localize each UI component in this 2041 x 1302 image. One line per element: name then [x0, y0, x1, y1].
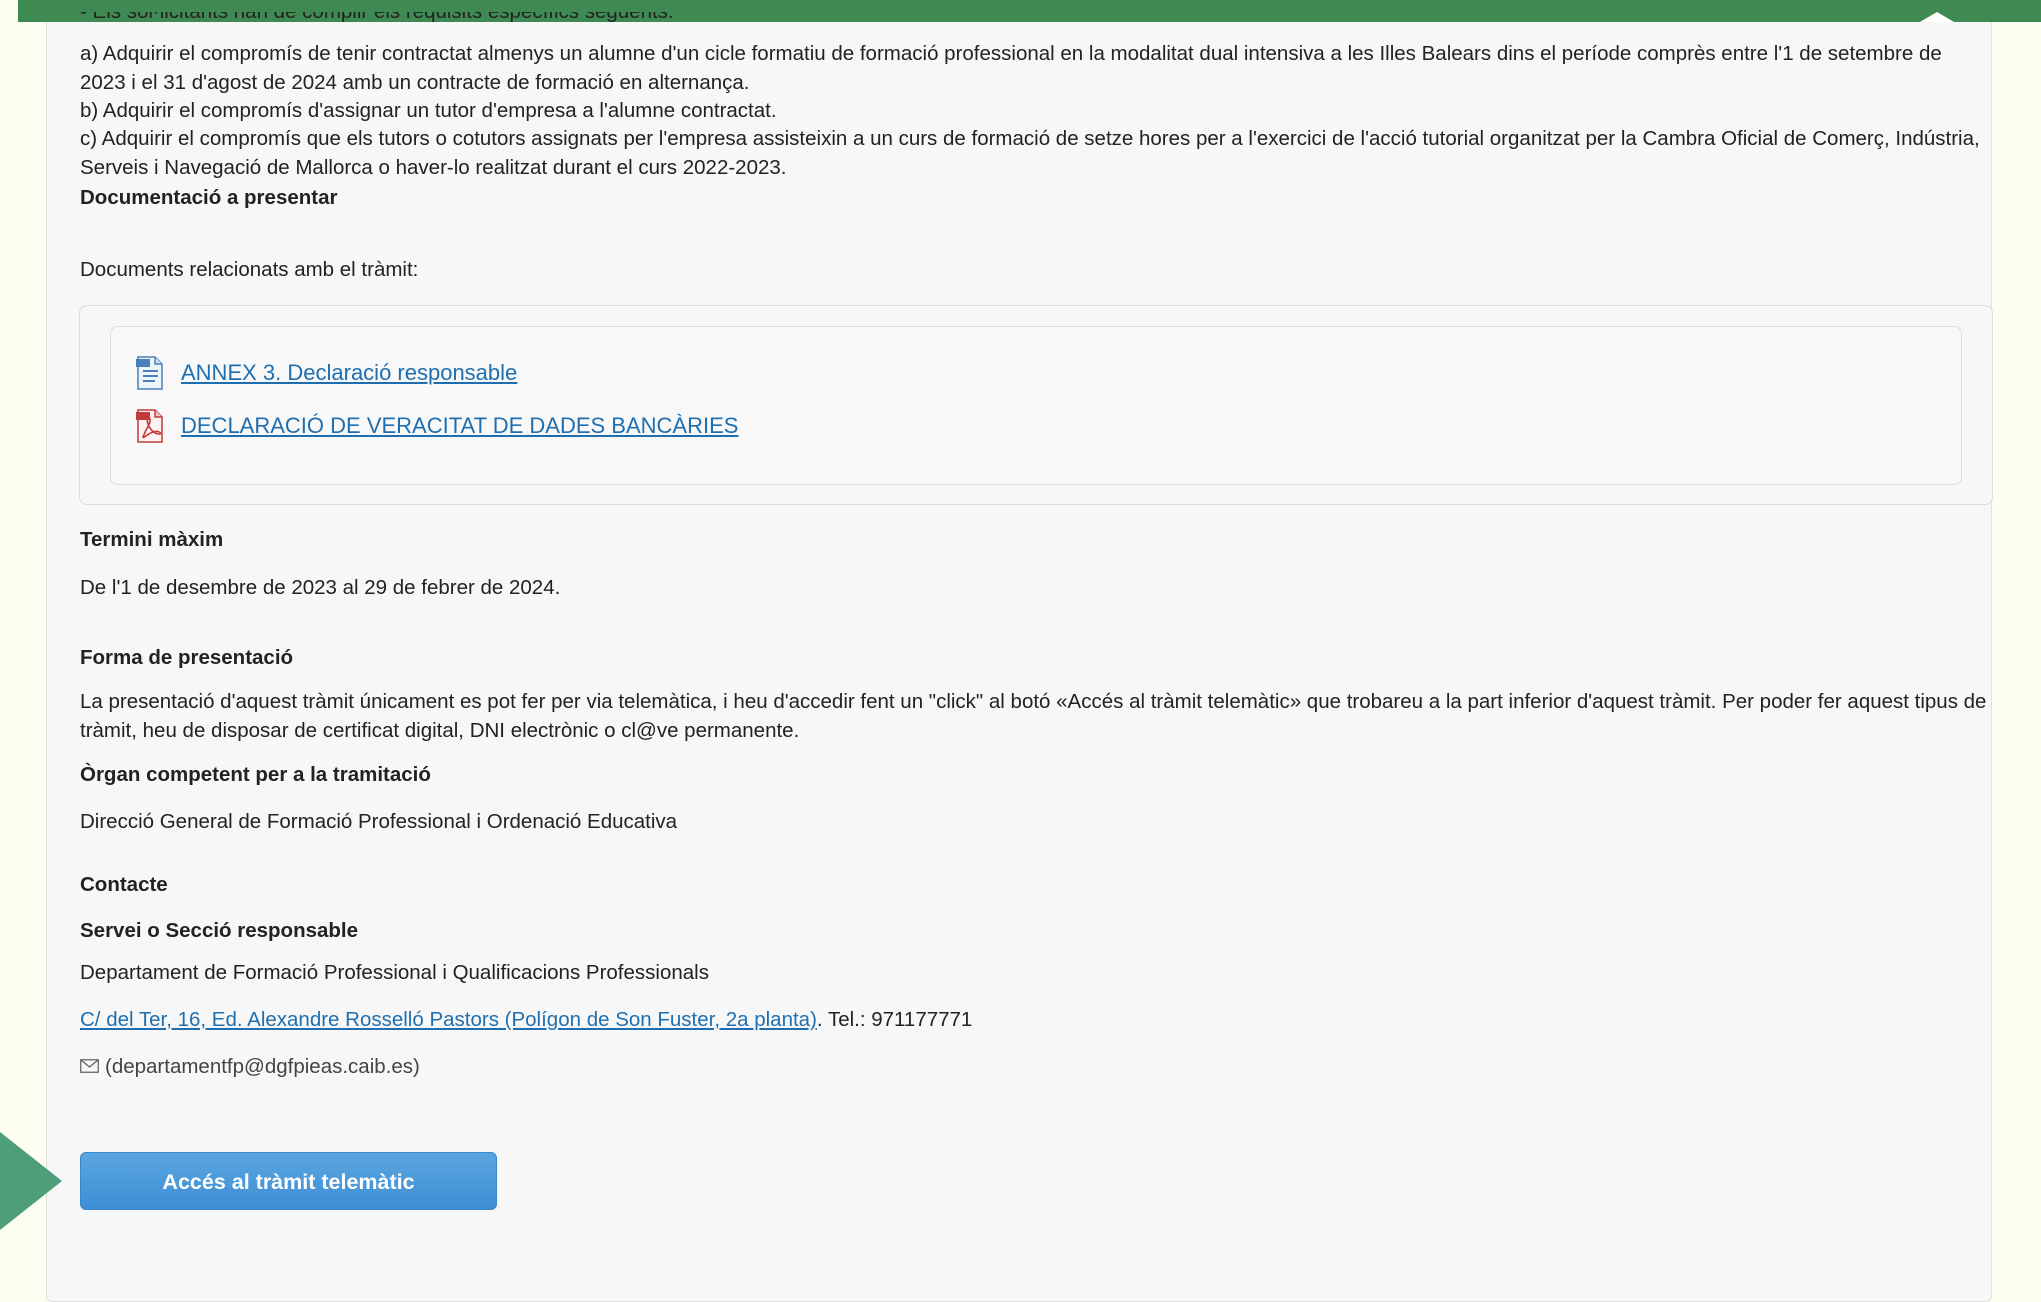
requirement-c: c) Adquirir el compromís que els tutors …: [80, 127, 1980, 179]
document-item-bank-data: DECLARACIÓ DE VERACITAT DE DADES BANCÀRI…: [135, 408, 738, 444]
clipped-requirements-intro: - Els sol·licitants han de complir els r…: [80, 12, 674, 22]
presentation-text: La presentació d'aquest tràmit únicament…: [80, 690, 1987, 742]
document-item-annex3: ANNEX 3. Declaració responsable: [135, 355, 517, 391]
requirement-b: b) Adquirir el compromís d'assignar un t…: [80, 99, 777, 122]
pdf-document-icon: [136, 409, 163, 443]
organ-text: Direcció General de Formació Professiona…: [80, 810, 678, 833]
scroll-up-icon[interactable]: [1913, 0, 1961, 22]
document-link-annex3[interactable]: ANNEX 3. Declaració responsable: [181, 360, 517, 386]
email-text: (departamentfp@dgfpieas.caib.es): [105, 1055, 420, 1078]
deadline-text: De l'1 de desembre de 2023 al 29 de febr…: [80, 576, 561, 599]
documentation-heading: Documentació a presentar: [80, 186, 338, 209]
service-heading: Servei o Secció responsable: [80, 919, 359, 942]
requirement-a: a) Adquirir el compromís de tenir contra…: [80, 42, 1942, 94]
address-line: C/ del Ter, 16, Ed. Alexandre Rosselló P…: [80, 1008, 972, 1032]
documents-intro: Documents relacionats amb el tràmit:: [80, 258, 419, 281]
odt-document-icon: [136, 356, 163, 390]
pointer-arrow-icon: [0, 1132, 62, 1230]
email-line: (departamentfp@dgfpieas.caib.es): [80, 1055, 420, 1079]
department-name: Departament de Formació Professional i Q…: [80, 961, 709, 984]
documents-box: ANNEX 3. Declaració responsable DECLARAC…: [79, 305, 1993, 505]
deadline-heading: Termini màxim: [80, 528, 224, 551]
organ-heading: Òrgan competent per a la tramitació: [80, 763, 431, 786]
address-link[interactable]: C/ del Ter, 16, Ed. Alexandre Rosselló P…: [80, 1008, 817, 1031]
envelope-icon: [80, 1058, 99, 1073]
access-telematic-procedure-button[interactable]: Accés al tràmit telemàtic: [80, 1152, 497, 1210]
presentation-heading: Forma de presentació: [80, 646, 294, 669]
documents-list: ANNEX 3. Declaració responsable DECLARAC…: [110, 326, 1962, 485]
phone-text: . Tel.: 971177771: [816, 1008, 973, 1031]
procedure-panel: [46, 22, 1992, 1302]
contact-heading: Contacte: [80, 873, 168, 896]
document-link-bank-data[interactable]: DECLARACIÓ DE VERACITAT DE DADES BANCÀRI…: [181, 413, 738, 439]
